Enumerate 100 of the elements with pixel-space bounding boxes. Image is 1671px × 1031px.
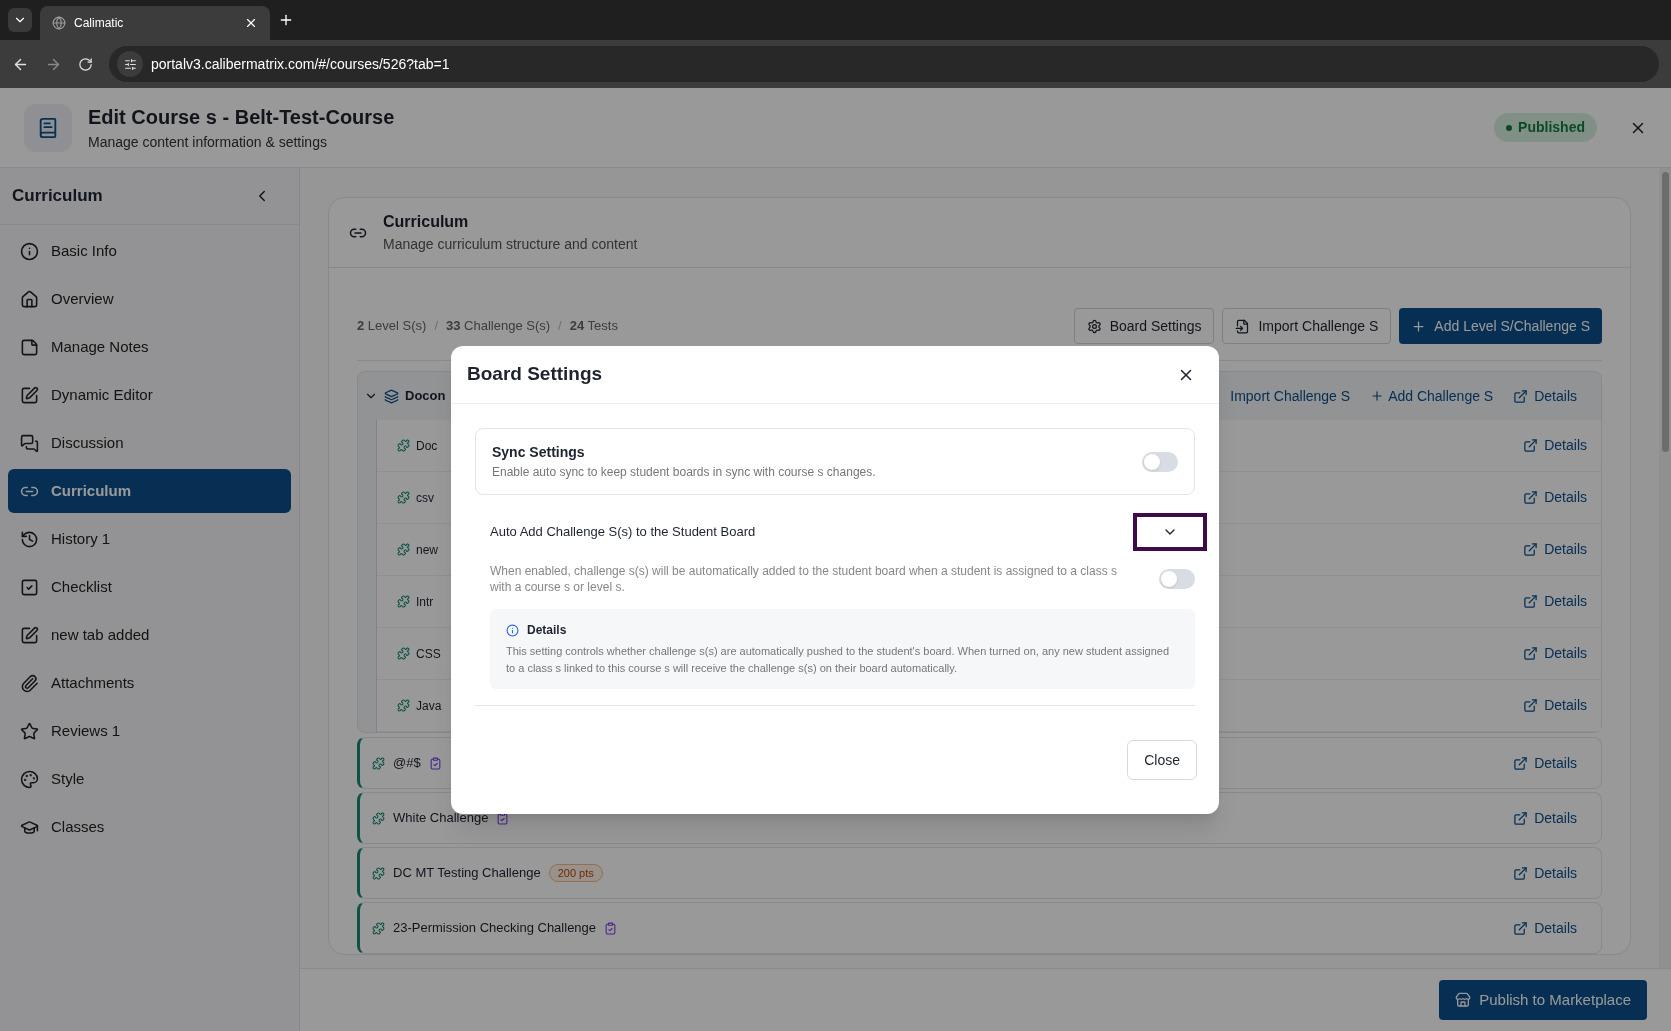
puzzle-icon: [372, 921, 385, 935]
card-subtitle: Manage curriculum structure and content: [383, 235, 638, 254]
paperclip-icon: [20, 673, 39, 693]
info-icon: [20, 241, 39, 261]
puzzle-icon: [372, 866, 385, 880]
challenge-name: DC MT Testing Challenge: [393, 864, 541, 883]
palette-icon: [20, 769, 39, 789]
close-tab-icon[interactable]: [244, 16, 258, 30]
sidebar-item[interactable]: Curriculum: [8, 469, 291, 513]
add-challenge-link[interactable]: Add Challenge S: [1370, 385, 1494, 407]
sidebar-item[interactable]: History 1: [8, 517, 291, 561]
details-link[interactable]: Details: [1523, 695, 1587, 716]
sidebar-item[interactable]: new tab added: [8, 613, 291, 657]
checkbox-icon: [20, 577, 39, 597]
star-icon: [20, 721, 39, 741]
sidebar-item[interactable]: Dynamic Editor: [8, 373, 291, 417]
sidebar-item[interactable]: Overview: [8, 277, 291, 321]
external-link-icon: [1513, 920, 1529, 936]
details-link[interactable]: Details: [1523, 539, 1587, 560]
challenge-name: 23-Permission Checking Challenge: [393, 919, 597, 938]
details-link[interactable]: Details: [1523, 435, 1587, 456]
globe-icon: [52, 16, 66, 30]
details-link[interactable]: Details: [1523, 643, 1587, 664]
book-icon: [37, 116, 59, 139]
details-link[interactable]: Details: [1523, 591, 1587, 612]
puzzle-icon: [397, 699, 410, 712]
challenge-name: CSS: [416, 645, 441, 663]
details-link[interactable]: Details: [1523, 487, 1587, 508]
note-icon: [20, 337, 39, 357]
details-link[interactable]: Details: [1513, 385, 1577, 407]
toolbar-button[interactable]: Board Settings: [1073, 308, 1215, 344]
puzzle-icon: [397, 491, 410, 504]
publish-button[interactable]: Publish to Marketplace: [1439, 980, 1647, 1020]
stat-count: 24 Tests: [569, 317, 618, 336]
points-badge: 200 pts: [548, 863, 603, 883]
puzzle-icon: [397, 647, 410, 660]
card-title: Curriculum: [383, 212, 470, 232]
puzzle-icon: [397, 439, 410, 452]
history-icon: [20, 529, 39, 549]
sidebar-title: Curriculum: [12, 185, 103, 208]
edit-icon: [20, 385, 39, 405]
toolbar-button[interactable]: Import Challenge S: [1222, 308, 1392, 344]
external-link-icon: [1513, 810, 1529, 826]
toolbar-button[interactable]: Add Level S/Challenge S: [1399, 308, 1602, 344]
challenge-row[interactable]: 23-Permission Checking Challenge Details: [357, 902, 1602, 954]
external-link-icon: [1523, 438, 1539, 453]
setting-description: When enabled, challenge s(s) will be automatically added to the student board when a student is assigned to a class s with a course s or level s.: [490, 563, 1119, 595]
info-icon: [506, 623, 519, 637]
stat-count: 33 Challenge S(s): [446, 317, 551, 336]
chat-icon: [20, 433, 39, 453]
sidebar-item[interactable]: Style: [8, 757, 291, 801]
setting-title: Auto Add Challenge S(s) to the Student Board: [490, 523, 756, 542]
separator: /: [434, 317, 438, 336]
external-link-icon: [1523, 542, 1539, 557]
site-settings-icon[interactable]: [123, 57, 137, 71]
sidebar-item[interactable]: Manage Notes: [8, 325, 291, 369]
external-link-icon: [1523, 698, 1539, 713]
close-button[interactable]: Close: [1127, 740, 1197, 780]
import-link[interactable]: Import Challenge S: [1230, 385, 1351, 407]
sidebar-item[interactable]: Attachments: [8, 661, 291, 705]
stat-count: 2 Level S(s): [357, 317, 427, 336]
reload-icon[interactable]: [78, 56, 93, 72]
details-title: Details: [527, 622, 567, 639]
tab-list-button[interactable]: [8, 8, 32, 32]
details-link[interactable]: Details: [1513, 752, 1577, 774]
challenge-name: new: [416, 541, 438, 559]
new-tab-icon[interactable]: [278, 12, 294, 28]
expand-button[interactable]: [1133, 513, 1207, 551]
level-name: Docon: [405, 387, 446, 406]
details-link[interactable]: Details: [1513, 862, 1577, 884]
plus-icon: [1411, 318, 1427, 334]
store-icon: [1455, 992, 1472, 1008]
challenge-name: @#$: [393, 754, 421, 773]
setting-title: Sync Settings: [492, 443, 586, 462]
scrollbar-thumb[interactable]: [1661, 172, 1669, 452]
sidebar-item[interactable]: Basic Info: [8, 229, 291, 273]
external-link-icon: [1513, 755, 1529, 771]
toggle-switch[interactable]: [1159, 569, 1195, 589]
puzzle-icon: [397, 595, 410, 608]
sidebar-item[interactable]: Checklist: [8, 565, 291, 609]
challenge-name: Java: [416, 697, 442, 715]
details-link[interactable]: Details: [1513, 917, 1577, 939]
address-bar[interactable]: portalv3.calibermatrix.com/#/courses/526?tab=1: [109, 46, 1659, 82]
separator: /: [558, 317, 562, 336]
dialog-title: Board Settings: [467, 362, 603, 387]
sidebar-item[interactable]: Discussion: [8, 421, 291, 465]
gear-icon: [1086, 318, 1102, 334]
details-text: This setting controls whether challenge s(s) are automatically pushed to the student's board. When turned on, any new student assigned to a class s linked to this course s will receive the challenge s(s) on their board automatically.: [506, 644, 1171, 676]
sidebar-item[interactable]: Classes: [8, 805, 291, 849]
browser-tab[interactable]: Calimatic: [40, 6, 270, 40]
toggle-switch[interactable]: [1142, 451, 1178, 472]
challenge-name: White Challenge: [393, 809, 489, 828]
puzzle-icon: [397, 543, 410, 556]
details-link[interactable]: Details: [1513, 807, 1577, 829]
file-import-icon: [1235, 318, 1251, 334]
challenge-row[interactable]: DC MT Testing Challenge 200 pts Details: [357, 847, 1602, 899]
url-text: portalv3.calibermatrix.com/#/courses/526?tab=1: [151, 54, 450, 74]
sidebar-item[interactable]: Reviews 1: [8, 709, 291, 753]
external-link-icon: [1523, 594, 1539, 609]
external-link-icon: [1523, 490, 1539, 505]
